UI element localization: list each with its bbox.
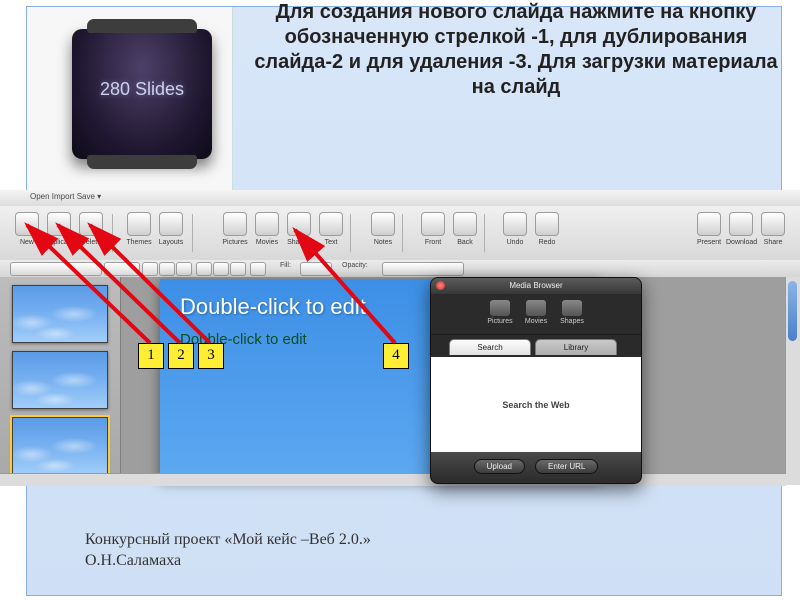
- footer-line-1: Конкурсный проект «Мой кейс –Веб 2.0.»: [85, 530, 371, 551]
- slide-thumbnails: [0, 277, 121, 485]
- underline-button[interactable]: [176, 262, 192, 276]
- back-button[interactable]: Back: [450, 212, 480, 246]
- tab-library[interactable]: Library: [535, 339, 617, 355]
- themes-button[interactable]: Themes: [124, 212, 154, 246]
- notes-button[interactable]: Notes: [368, 212, 398, 246]
- layouts-button[interactable]: Layouts: [156, 212, 186, 246]
- app-screenshot: Open Import Save ▾ New Duplicate Delete …: [0, 190, 800, 485]
- format-bar: Fill: Opacity:: [0, 260, 800, 278]
- slide-title-placeholder[interactable]: Double-click to edit: [180, 294, 366, 320]
- dialog-body-placeholder[interactable]: Search the Web: [431, 357, 641, 452]
- slide-thumbnail[interactable]: [12, 285, 108, 343]
- brand-text: 280 Slides: [72, 79, 212, 100]
- undo-button[interactable]: Undo: [500, 212, 530, 246]
- share-button[interactable]: Share: [758, 212, 788, 246]
- enter-url-button[interactable]: Enter URL: [535, 459, 598, 474]
- media-type-segmented: Pictures Movies Shapes: [431, 294, 641, 335]
- italic-button[interactable]: [159, 262, 175, 276]
- work-area: Double-click to edit Double-click to edi…: [0, 277, 800, 485]
- footer-line-2: О.Н.Саламаха: [85, 551, 371, 572]
- dialog-title: Media Browser: [431, 278, 641, 294]
- callout-4: 4: [383, 343, 409, 369]
- shapes-button[interactable]: Shapes: [284, 212, 314, 246]
- seg-shapes[interactable]: Shapes: [554, 300, 590, 334]
- horizontal-scrollbar[interactable]: [0, 473, 786, 486]
- fill-label: Fill:: [280, 262, 291, 269]
- callout-2: 2: [168, 343, 194, 369]
- movies-button[interactable]: Movies: [252, 212, 282, 246]
- callout-1: 1: [138, 343, 164, 369]
- font-family-select[interactable]: [10, 262, 102, 276]
- projector-logo: 280 Slides: [72, 29, 212, 159]
- instruction-text: Для создания нового слайда нажмите на кн…: [240, 0, 792, 100]
- upload-button[interactable]: Upload: [474, 459, 525, 474]
- align-center-button[interactable]: [213, 262, 229, 276]
- pictures-button[interactable]: Pictures: [220, 212, 250, 246]
- slide-thumbnail[interactable]: [12, 417, 108, 475]
- delete-button[interactable]: Delete: [76, 212, 106, 246]
- vertical-scrollbar[interactable]: [785, 277, 800, 485]
- redo-button[interactable]: Redo: [532, 212, 562, 246]
- new-button[interactable]: New: [12, 212, 42, 246]
- present-button[interactable]: Present: [694, 212, 724, 246]
- main-toolbar: New Duplicate Delete Themes Layouts Pict…: [0, 206, 800, 261]
- align-left-button[interactable]: [196, 262, 212, 276]
- mac-window-titlebar: Open Import Save ▾: [0, 190, 800, 207]
- download-button[interactable]: Download: [726, 212, 756, 246]
- media-browser-dialog: Media Browser Pictures Movies Shapes Sea…: [430, 277, 642, 484]
- logo-panel: 280 Slides: [27, 7, 233, 190]
- slide-thumbnail[interactable]: [12, 351, 108, 409]
- close-icon[interactable]: [436, 281, 445, 290]
- font-size-select[interactable]: [104, 262, 140, 276]
- opacity-slider[interactable]: [382, 262, 464, 276]
- align-right-button[interactable]: [230, 262, 246, 276]
- scrollbar-thumb[interactable]: [788, 281, 797, 341]
- seg-pictures[interactable]: Pictures: [482, 300, 518, 334]
- menu-stub: Open Import Save ▾: [30, 192, 101, 201]
- duplicate-button[interactable]: Duplicate: [44, 212, 74, 246]
- callout-3: 3: [198, 343, 224, 369]
- tab-search[interactable]: Search: [449, 339, 531, 355]
- bullets-button[interactable]: [250, 262, 266, 276]
- footer: Конкурсный проект «Мой кейс –Веб 2.0.» О…: [85, 530, 371, 572]
- opacity-label: Opacity:: [342, 262, 368, 269]
- fill-color-well[interactable]: [300, 262, 332, 276]
- front-button[interactable]: Front: [418, 212, 448, 246]
- seg-movies[interactable]: Movies: [518, 300, 554, 334]
- bold-button[interactable]: [142, 262, 158, 276]
- text-button[interactable]: Text: [316, 212, 346, 246]
